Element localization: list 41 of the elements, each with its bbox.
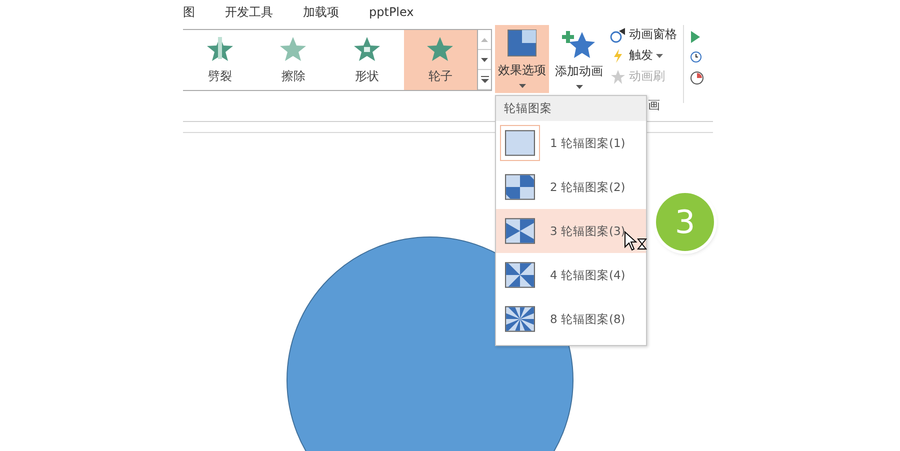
expand-icon xyxy=(480,76,488,83)
star-plus-icon xyxy=(562,29,596,58)
star-icon xyxy=(352,36,381,62)
animation-option[interactable]: 轮子 xyxy=(404,30,477,90)
animation-option[interactable]: 形状 xyxy=(330,30,404,90)
wheel-effect-icon xyxy=(507,29,537,57)
group-label: 画 xyxy=(648,96,660,114)
menu-item[interactable]: 2 轮辐图案(2) xyxy=(496,165,646,209)
menu-item[interactable]: 3 轮辐图案(3) xyxy=(496,209,646,253)
animation-option[interactable]: 擦除 xyxy=(256,30,330,90)
star-brush-icon xyxy=(610,68,626,84)
clock-icon[interactable] xyxy=(690,71,704,85)
caret-up-icon xyxy=(481,38,488,42)
spoke-pattern-icon xyxy=(505,262,535,288)
menu-item[interactable]: 8 轮辐图案(8) xyxy=(496,297,646,341)
play-icon[interactable] xyxy=(690,31,700,43)
ribbon-button[interactable]: 触发 xyxy=(608,46,679,65)
add-animation-button[interactable]: 添加动画 xyxy=(552,25,606,93)
spoke-pattern-icon xyxy=(505,130,535,156)
step-badge: 3 xyxy=(656,193,714,251)
animation-option[interactable]: 劈裂 xyxy=(183,30,256,90)
menu-item[interactable]: 4 轮辐图案(4) xyxy=(496,253,646,297)
ribbon-tab[interactable]: pptPlex xyxy=(369,5,414,19)
ribbon-tab[interactable]: 图 xyxy=(183,4,195,20)
caret-icon xyxy=(518,84,526,88)
menu-item[interactable]: 1 轮辐图案(1) xyxy=(496,121,646,165)
spoke-pattern-icon xyxy=(505,306,535,332)
ribbon-button[interactable]: 动画窗格 xyxy=(608,25,679,44)
ribbon-tab[interactable]: 加载项 xyxy=(303,4,339,20)
effect-options-button[interactable]: 效果选项 xyxy=(495,25,549,93)
star-icon xyxy=(279,36,308,62)
menu-header: 轮辐图案 xyxy=(496,96,646,121)
clock-icon[interactable] xyxy=(690,51,702,63)
ribbon-tab[interactable]: 开发工具 xyxy=(225,4,273,20)
star-icon xyxy=(426,36,454,62)
caret-icon xyxy=(576,85,582,89)
spoke-pattern-icon xyxy=(505,218,535,244)
timer-icon xyxy=(610,26,626,42)
spoke-pattern-icon xyxy=(505,174,535,200)
caret-down-icon xyxy=(481,58,488,62)
star-icon xyxy=(206,36,234,62)
